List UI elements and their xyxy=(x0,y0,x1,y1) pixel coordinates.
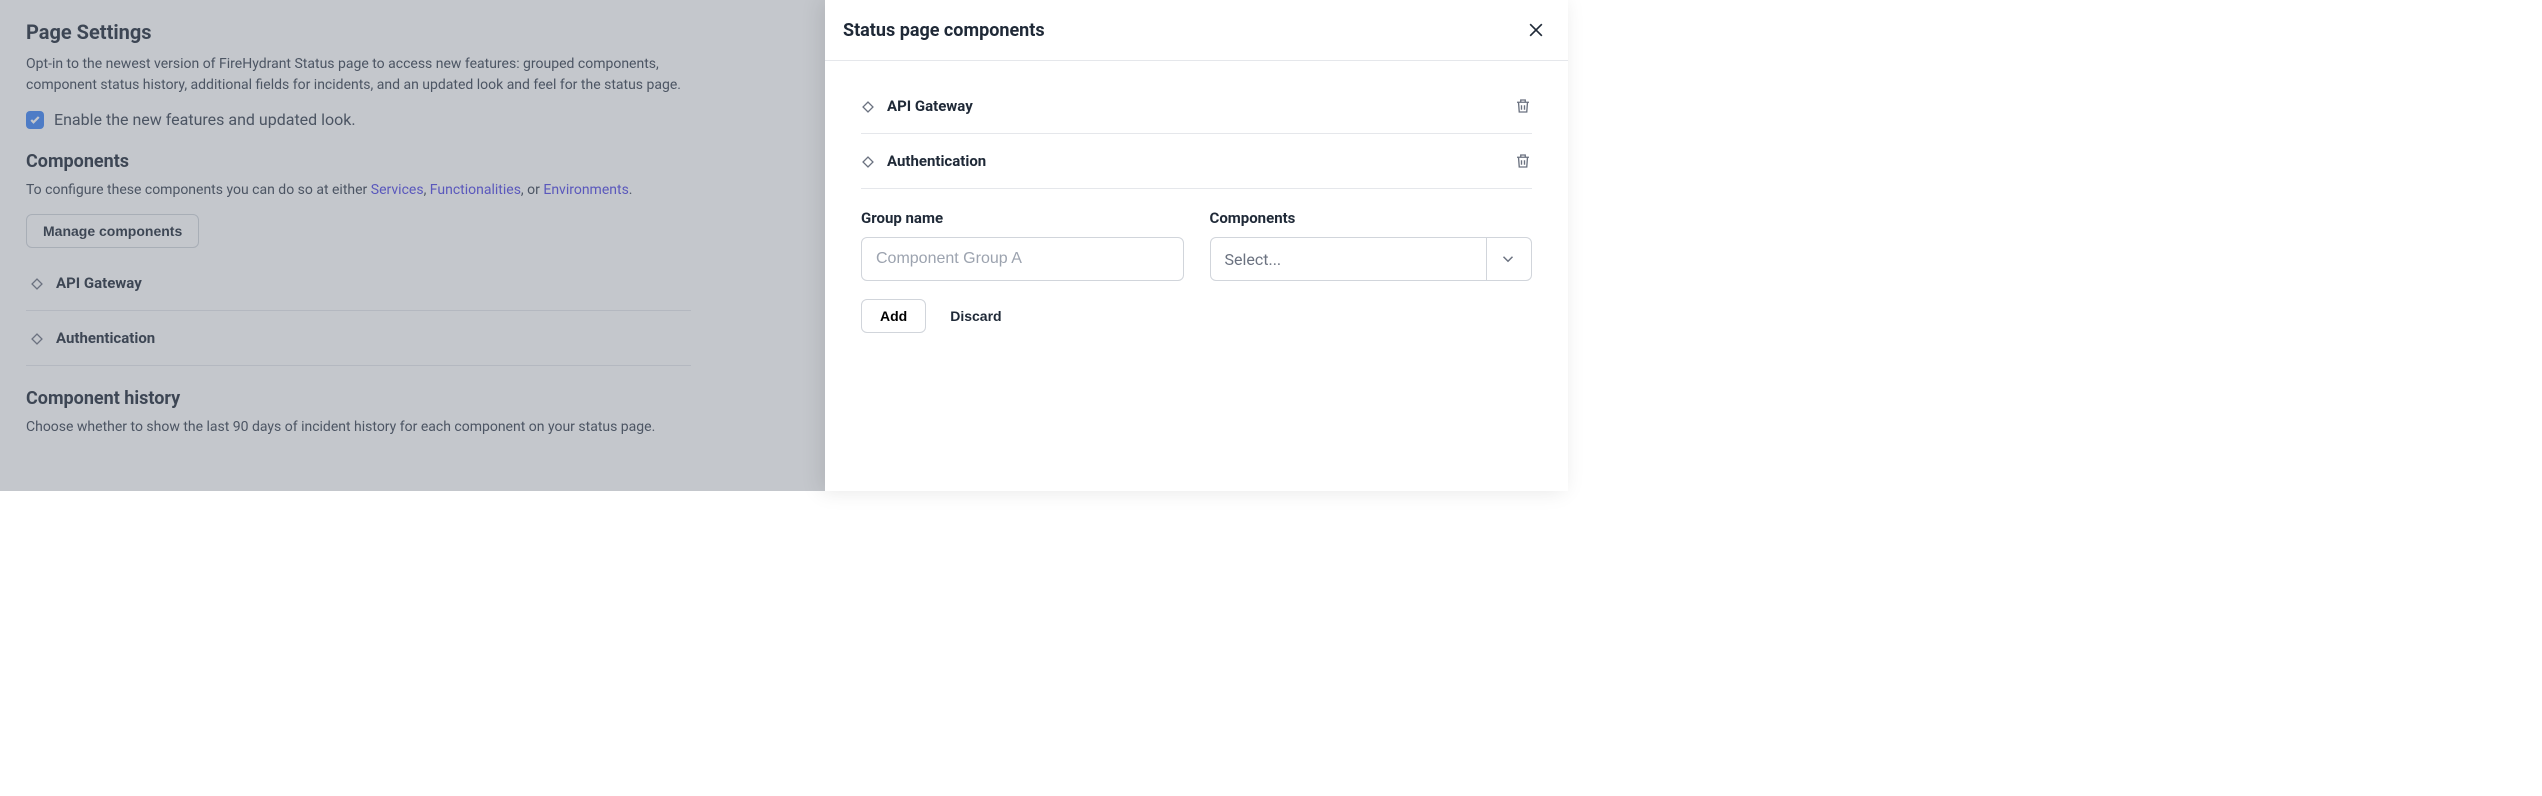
component-list-item: Authentication xyxy=(26,311,691,366)
component-list-item: API Gateway xyxy=(26,256,691,311)
group-name-label: Group name xyxy=(861,209,1184,227)
environments-link[interactable]: Environments xyxy=(543,182,628,198)
component-label: API Gateway xyxy=(56,274,142,292)
enable-label: Enable the new features and updated look… xyxy=(54,110,356,129)
services-link[interactable]: Services xyxy=(371,182,424,198)
drawer-body: API Gateway Authentication Group name xyxy=(825,61,1568,351)
manage-components-button[interactable]: Manage components xyxy=(26,214,199,248)
component-label: Authentication xyxy=(56,329,155,347)
trash-icon xyxy=(1514,97,1532,115)
drawer-component-item: Authentication xyxy=(861,134,1532,189)
select-placeholder: Select... xyxy=(1225,250,1282,269)
enable-checkbox[interactable] xyxy=(26,111,44,129)
chevron-wrap xyxy=(1486,238,1517,280)
drawer-item-label: Authentication xyxy=(887,152,1514,170)
functionalities-link[interactable]: Functionalities xyxy=(430,182,521,198)
discard-button[interactable]: Discard xyxy=(950,308,1001,324)
close-button[interactable] xyxy=(1522,16,1550,44)
components-select[interactable]: Select... xyxy=(1210,237,1533,281)
add-button[interactable]: Add xyxy=(861,299,926,333)
delete-button[interactable] xyxy=(1514,97,1532,115)
diamond-icon xyxy=(861,154,875,168)
diamond-icon xyxy=(30,276,44,290)
trash-icon xyxy=(1514,152,1532,170)
group-form-row: Group name Components Select... xyxy=(861,209,1532,281)
group-name-col: Group name xyxy=(861,209,1184,281)
page-intro: Opt-in to the newest version of FireHydr… xyxy=(26,54,686,96)
chevron-down-icon xyxy=(1499,250,1517,268)
components-select-col: Components Select... xyxy=(1210,209,1533,281)
group-name-input[interactable] xyxy=(861,237,1184,281)
drawer-title: Status page components xyxy=(843,20,1045,41)
action-row: Add Discard xyxy=(861,299,1532,333)
components-select-label: Components xyxy=(1210,209,1533,227)
check-icon xyxy=(29,114,41,126)
drawer-component-item: API Gateway xyxy=(861,79,1532,134)
drawer-item-label: API Gateway xyxy=(887,97,1514,115)
components-drawer: Status page components API Gateway Authe… xyxy=(825,0,1568,491)
sep3: . xyxy=(629,182,633,198)
delete-button[interactable] xyxy=(1514,152,1532,170)
desc-prefix: To configure these components you can do… xyxy=(26,182,371,198)
diamond-icon xyxy=(30,331,44,345)
sep2: , or xyxy=(521,182,543,198)
close-icon xyxy=(1526,20,1546,40)
diamond-icon xyxy=(861,99,875,113)
drawer-header: Status page components xyxy=(825,0,1568,61)
